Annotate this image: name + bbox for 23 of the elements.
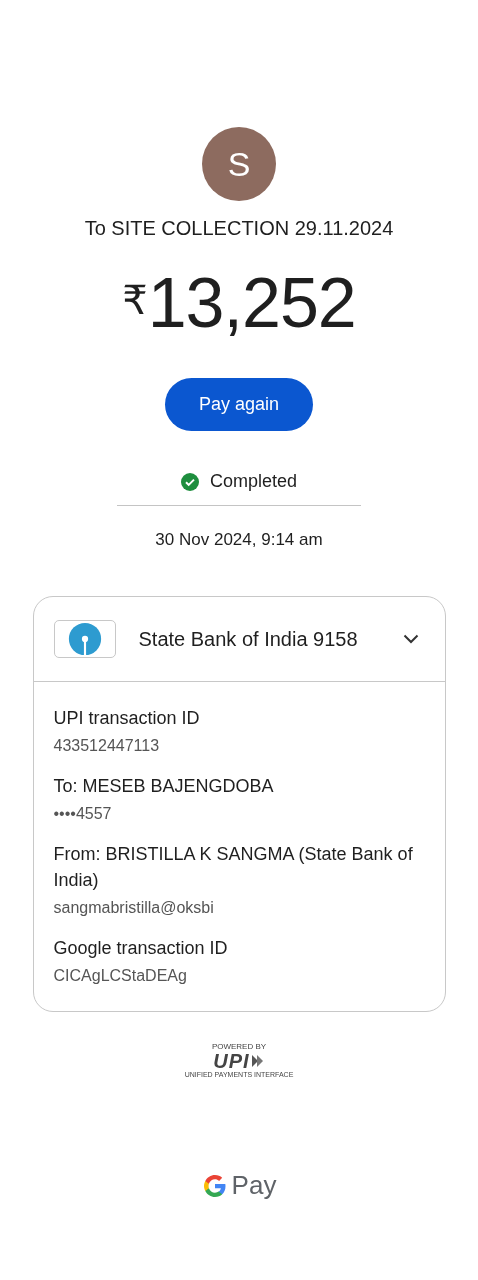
chevron-down-icon[interactable] [402,634,419,644]
bank-account-name: State Bank of India 9158 [138,627,359,651]
avatar: S [202,127,276,201]
currency-symbol: ₹ [122,280,148,320]
detail-value: 433512447113 [53,737,161,755]
detail-value: ••••4557 [53,805,113,823]
google-pay-text: Pay [231,1170,277,1201]
detail-label: From: BRISTILLA K SANGMA (State Bank of India) [53,843,414,892]
status-label: Completed [209,471,297,492]
arrows-icon [250,1054,265,1068]
powered-by-text: POWERED BY [211,1042,267,1051]
bank-logo-icon [53,620,116,658]
detail-value: CICAgLCStaDEAg [53,967,188,985]
amount-value: 13,252 [147,268,356,338]
detail-value: sangmabristilla@oksbi [53,899,215,917]
payee-name: To SITE COLLECTION 29.11.2024 [84,217,394,240]
google-g-icon [201,1172,228,1199]
detail-label: Google transaction ID [53,937,229,960]
pay-again-button[interactable]: Pay again [165,378,313,431]
detail-label: To: MESEB BAJENGDOBA [53,775,275,798]
detail-label: UPI transaction ID [53,707,201,730]
transaction-date: 30 Nov 2024, 9:14 am [155,530,323,550]
upi-logo-text: UPI [213,1051,250,1071]
